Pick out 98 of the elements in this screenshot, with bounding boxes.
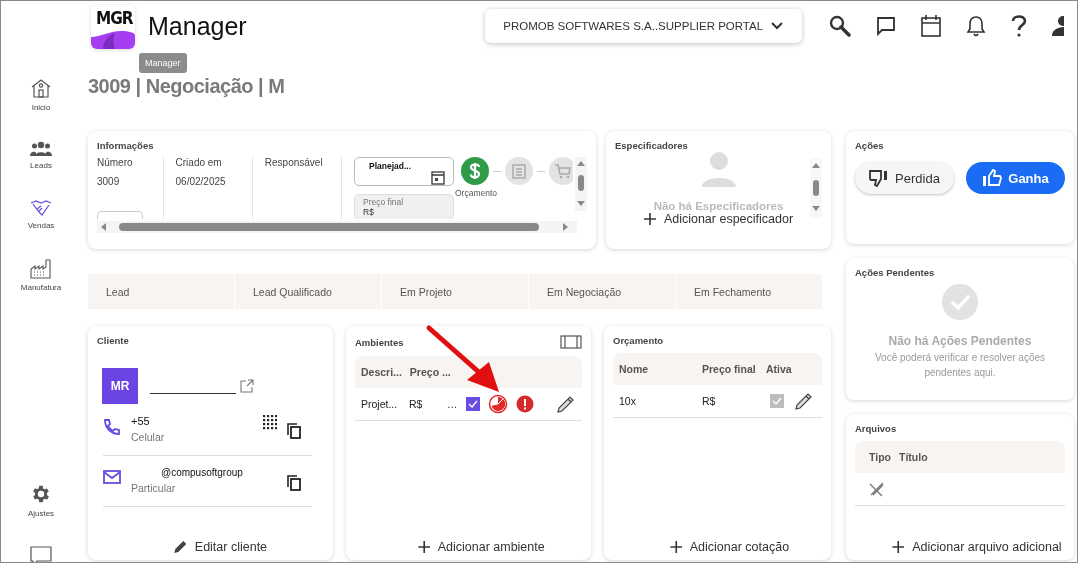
column-header[interactable]: Tipo — [869, 451, 891, 463]
table-cell-text: 10x — [619, 395, 637, 407]
app-name: Manager — [148, 11, 247, 41]
field-label: Criado em — [175, 157, 223, 168]
vertical-scrollbar[interactable] — [575, 157, 587, 211]
table-cell: … — [447, 398, 458, 410]
pencil-icon — [172, 540, 187, 554]
app-logo: MGR — [91, 5, 135, 49]
empty-description: Você poderá verificar e resolver ações pendentes aqui. — [873, 351, 1047, 380]
step-clipboard-icon[interactable] — [505, 157, 533, 185]
pencil-icon[interactable] — [794, 391, 814, 411]
plus-icon — [643, 213, 656, 225]
date-field[interactable]: Planejad... — [354, 157, 454, 186]
plus-icon — [892, 541, 905, 553]
card-title: Arquivos — [855, 423, 898, 434]
add-quote-button[interactable]: Adicionar cotação — [669, 540, 790, 554]
column-header[interactable]: Nome — [619, 363, 694, 375]
table-cell-text: R$ — [702, 395, 717, 407]
field-value: 3009 — [97, 176, 121, 187]
vertical-scrollbar[interactable] — [810, 158, 822, 218]
add-environment-button[interactable]: Adicionar ambiente — [417, 540, 545, 554]
checkbox[interactable] — [465, 397, 480, 411]
pie-icon[interactable] — [487, 394, 508, 414]
column-header[interactable]: Preço ... — [409, 366, 451, 378]
nav-item[interactable]: Leads — [6, 141, 76, 170]
field-label: Responsável — [264, 157, 324, 168]
check-circle-icon — [942, 284, 978, 320]
nav-item[interactable]: Manufatura — [6, 259, 76, 292]
stage-step[interactable]: Em Projeto — [382, 274, 529, 309]
plus-icon — [417, 541, 430, 553]
chat-icon — [29, 544, 53, 562]
copy-icon[interactable] — [287, 475, 301, 491]
nav-item[interactable]: Vendas — [6, 199, 76, 230]
table-cell-text: Projet... — [361, 398, 399, 410]
nav-item[interactable]: Ajustes — [6, 483, 76, 518]
step-label: Orçamento — [455, 188, 498, 198]
horizontal-scrollbar[interactable] — [97, 221, 577, 233]
factory-icon — [30, 259, 52, 279]
table-cell-text: R$ — [409, 398, 424, 410]
home-icon — [30, 77, 52, 99]
client-avatar: MR — [102, 368, 138, 404]
add-specifier-button[interactable]: Adicionar especificador — [643, 212, 794, 226]
help-icon[interactable] — [1010, 15, 1027, 37]
user-icon[interactable] — [1051, 15, 1064, 37]
contact-type: Particular — [131, 482, 177, 494]
thumbs-up-icon — [982, 169, 1003, 187]
mail-icon — [103, 470, 121, 484]
lost-button[interactable]: Perdida — [855, 162, 954, 194]
handshake-icon — [30, 199, 52, 217]
stage-step[interactable]: Em Fechamento — [676, 274, 823, 309]
columns-icon[interactable] — [560, 335, 582, 349]
message-icon[interactable] — [875, 16, 896, 36]
portal-dropdown[interactable]: PROMOB SOFTWARES S.A..SUPPLIER PORTAL — [484, 9, 802, 43]
empty-message: Não há Ações Pendentes — [888, 334, 1032, 348]
bell-icon[interactable] — [965, 15, 986, 37]
tooltip: Manager — [139, 53, 187, 73]
plus-icon — [669, 541, 682, 553]
pencil-icon[interactable] — [555, 394, 576, 414]
card-title: Informações — [97, 140, 155, 151]
thumbs-down-icon — [869, 169, 890, 187]
warning-icon[interactable] — [515, 395, 534, 413]
settings-icon — [30, 483, 52, 505]
won-button[interactable]: Ganha — [966, 162, 1065, 194]
price-field[interactable]: Preço final R$ — [354, 194, 454, 219]
step-dollar-icon[interactable] — [461, 157, 489, 185]
contact-value: +55 — [131, 415, 151, 427]
chevron-icon — [771, 22, 784, 30]
edit-client-button[interactable]: Editar cliente — [172, 540, 268, 554]
page-title: 3009 | Negociação | M — [88, 75, 285, 98]
column-header[interactable]: Descri... — [361, 366, 402, 378]
people-icon — [30, 141, 52, 157]
stage-step[interactable]: Em Negociação — [529, 274, 676, 309]
external-link-icon[interactable] — [240, 379, 254, 393]
dialpad-icon[interactable] — [263, 415, 277, 431]
stage-step[interactable]: Lead Qualificado — [235, 274, 382, 309]
copy-icon[interactable] — [287, 423, 301, 439]
column-header[interactable]: Título — [899, 451, 928, 463]
contact-type: Celular — [131, 431, 166, 443]
stage-step[interactable]: Lead — [88, 274, 235, 309]
column-header[interactable]: Ativa — [766, 363, 792, 375]
card-title: Especificadores — [615, 140, 688, 151]
nav-item[interactable]: Inicio — [6, 77, 76, 112]
search-icon[interactable] — [828, 15, 851, 37]
add-file-button[interactable]: Adicionar arquivo adicional — [892, 540, 1062, 554]
empty-message: Não há Especificadores — [653, 200, 784, 212]
calendar-icon[interactable] — [920, 15, 941, 37]
phone-icon — [103, 418, 121, 436]
card-title: Ações — [855, 140, 885, 151]
card-title: Cliente — [97, 335, 130, 346]
card-title: Ações Pendentes — [855, 267, 935, 278]
card-title: Ambientes — [355, 336, 404, 348]
person-icon — [700, 151, 737, 187]
field-value: 06/02/2025 — [175, 176, 227, 187]
column-header[interactable]: Preço final — [702, 363, 758, 375]
card-title: Orçamento — [613, 335, 665, 346]
calendar-icon — [431, 170, 445, 185]
field-label: Número — [97, 157, 134, 168]
contact-value: @compusoftgroup — [160, 467, 244, 478]
